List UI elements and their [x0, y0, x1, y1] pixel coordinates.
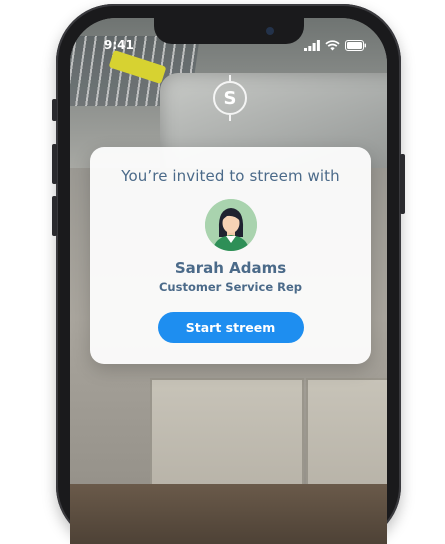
streem-logo-icon: S	[213, 81, 247, 115]
wifi-icon	[325, 40, 340, 51]
invite-card: You’re invited to streem with Sarah Adam…	[90, 147, 371, 364]
mute-switch	[52, 99, 57, 121]
status-time: 9:41	[104, 38, 134, 52]
battery-icon	[345, 40, 366, 51]
invite-title: You’re invited to streem with	[121, 167, 340, 185]
status-icons	[304, 40, 367, 51]
notch	[153, 18, 304, 44]
volume-down-button	[52, 196, 57, 236]
agent-avatar	[204, 199, 257, 251]
front-camera	[265, 27, 274, 35]
agent-name: Sarah Adams	[174, 259, 287, 277]
volume-up-button	[52, 144, 57, 184]
start-streem-button[interactable]: Start streem	[157, 312, 304, 343]
person-avatar-icon	[204, 199, 257, 251]
camera-feed-floor	[70, 484, 387, 544]
power-button	[400, 154, 405, 214]
cellular-signal-icon	[304, 40, 320, 51]
agent-role: Customer Service Rep	[158, 280, 303, 294]
